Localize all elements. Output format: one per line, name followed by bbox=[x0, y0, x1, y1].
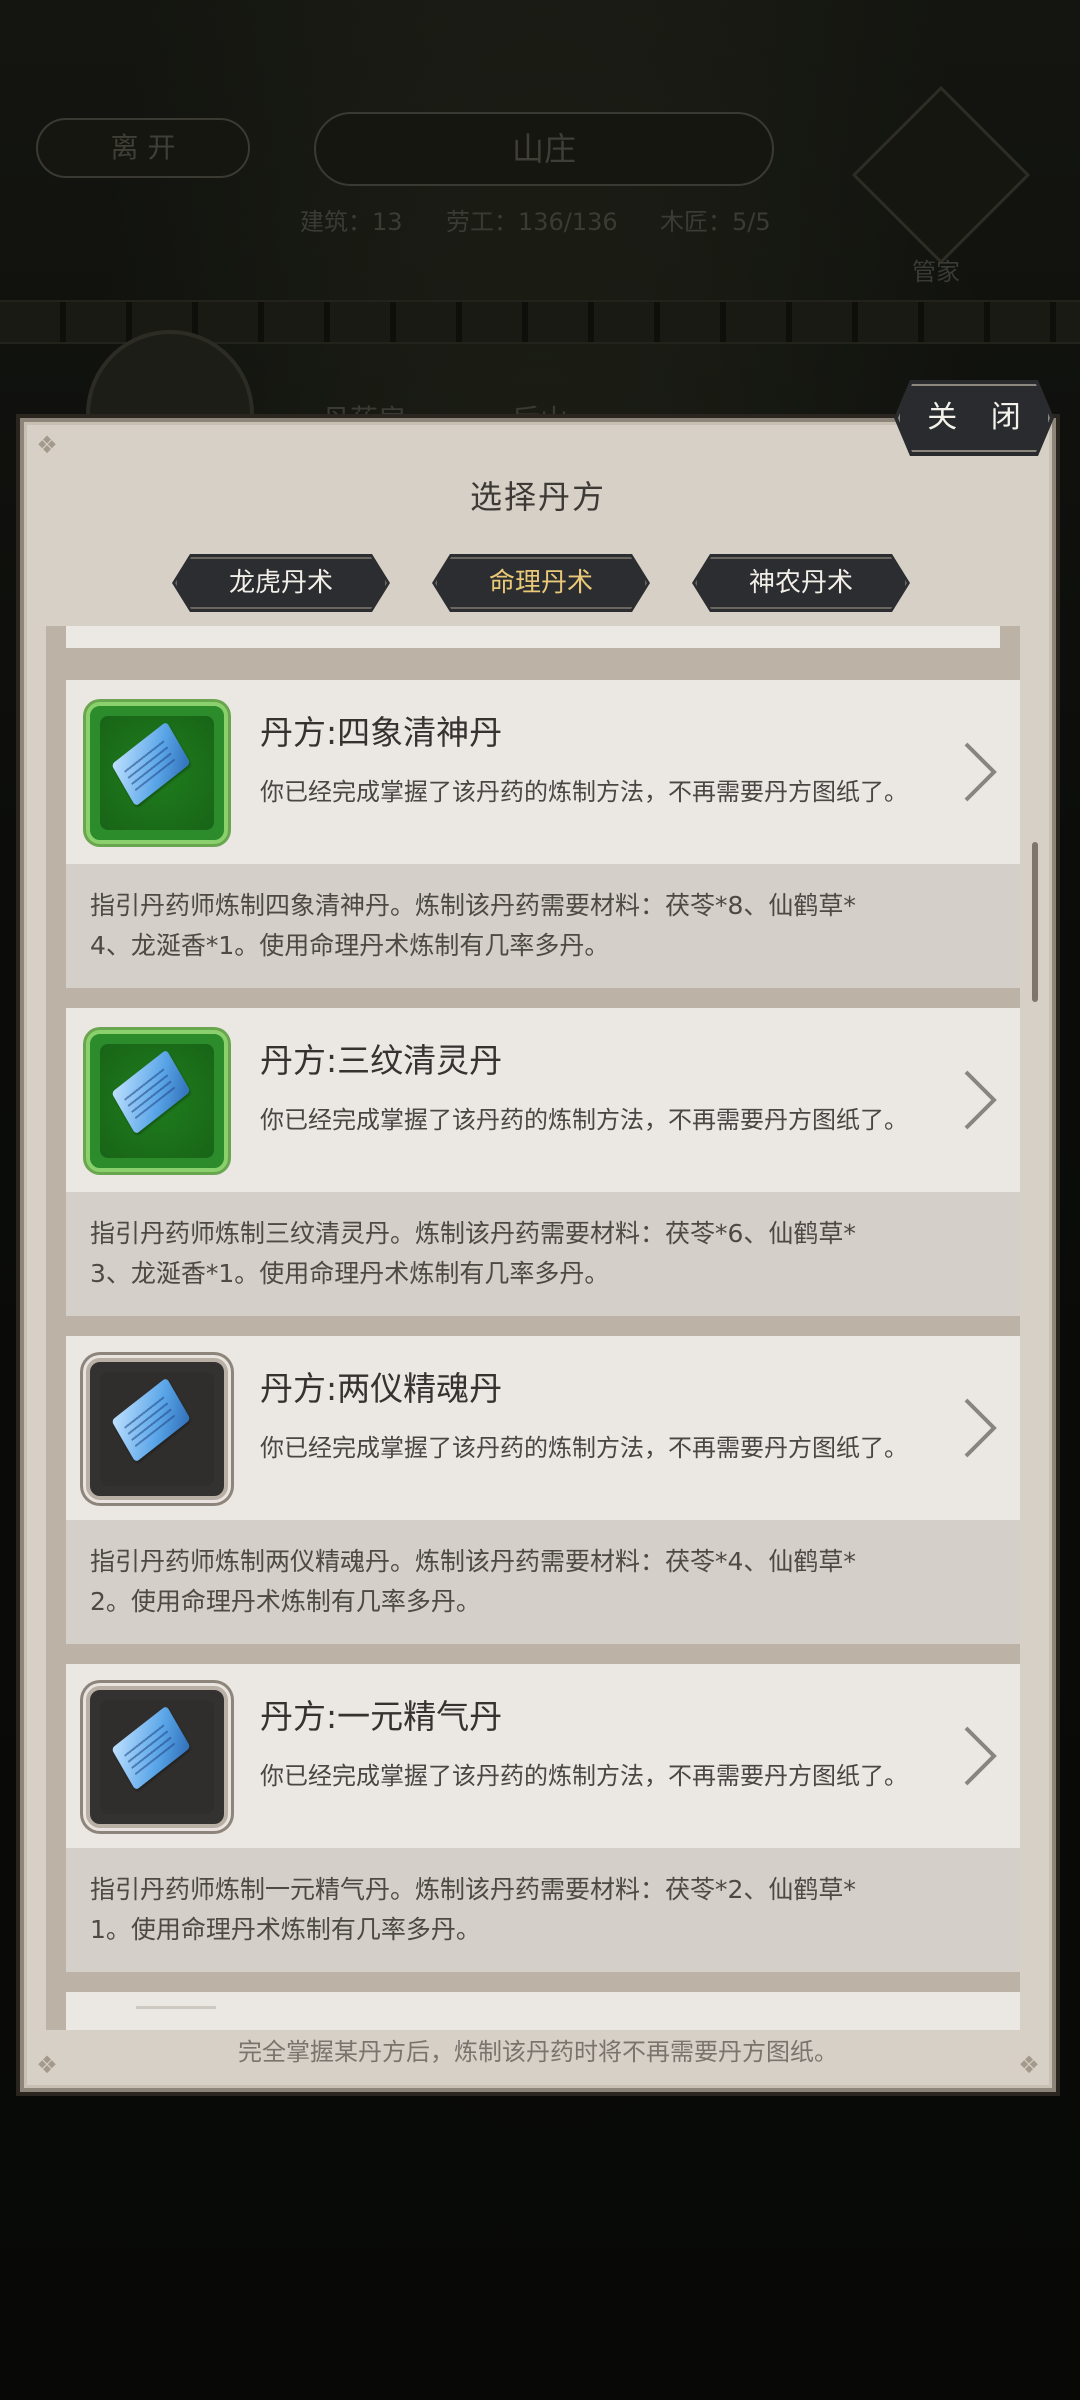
chevron-right-icon[interactable] bbox=[960, 740, 1000, 804]
recipe-name: 丹方:三纹清灵丹 bbox=[260, 1041, 503, 1080]
recipe-card-header[interactable]: 丹方:三纹清灵丹 你已经完成掌握了该丹药的炼制方法，不再需要丹方图纸了。 bbox=[66, 1008, 1020, 1192]
recipe-icon-frame bbox=[86, 1030, 228, 1172]
chevron-right-icon[interactable] bbox=[960, 1396, 1000, 1460]
stat-labor: 劳工：136/136 bbox=[446, 208, 618, 236]
recipe-description: 指引丹药师炼制三纹清灵丹。炼制该丹药需要材料：茯苓*6、仙鹤草* 3、龙涎香*1… bbox=[90, 1214, 990, 1294]
desc-line: 指引丹药师炼制三纹清灵丹。炼制该丹药需要材料：茯苓*6、仙鹤草* bbox=[90, 1219, 856, 1248]
recipe-note: 你已经完成掌握了该丹药的炼制方法，不再需要丹方图纸了。 bbox=[260, 778, 908, 806]
close-button[interactable]: 关 闭 bbox=[894, 380, 1054, 456]
recipe-note: 你已经完成掌握了该丹药的炼制方法，不再需要丹方图纸了。 bbox=[260, 1106, 908, 1134]
recipe-name: 丹方:一元精气丹 bbox=[260, 1697, 503, 1736]
recipe-description: 指引丹药师炼制一元精气丹。炼制该丹药需要材料：茯苓*2、仙鹤草* 1。使用命理丹… bbox=[90, 1870, 990, 1950]
recipe-description-box: 指引丹药师炼制两仪精魂丹。炼制该丹药需要材料：茯苓*4、仙鹤草* 2。使用命理丹… bbox=[66, 1520, 1020, 1644]
recipe-description: 指引丹药师炼制两仪精魂丹。炼制该丹药需要材料：茯苓*4、仙鹤草* 2。使用命理丹… bbox=[90, 1542, 990, 1622]
stat-carpenter: 木匠：5/5 bbox=[660, 208, 771, 236]
list-scrollbar[interactable] bbox=[1032, 842, 1038, 1002]
recipe-icon-frame bbox=[86, 1686, 228, 1828]
stat-building: 建筑：13 bbox=[300, 208, 403, 236]
recipe-description: 指引丹药师炼制四象清神丹。炼制该丹药需要材料：茯苓*8、仙鹤草* 4、龙涎香*1… bbox=[90, 886, 990, 966]
desc-line: 2。使用命理丹术炼制有几率多丹。 bbox=[90, 1587, 481, 1616]
desc-line: 4、龙涎香*1。使用命理丹术炼制有几率多丹。 bbox=[90, 931, 610, 960]
recipe-list[interactable]: 丹方:四象清神丹 你已经完成掌握了该丹药的炼制方法，不再需要丹方图纸了。 指引丹… bbox=[46, 626, 1020, 2030]
recipe-icon-frame bbox=[86, 1358, 228, 1500]
leave-label: 离 开 bbox=[110, 131, 176, 164]
recipe-note: 你已经完成掌握了该丹药的炼制方法，不再需要丹方图纸了。 bbox=[260, 1434, 908, 1462]
list-item-partial bbox=[66, 626, 1000, 648]
footer-hint: 完全掌握某丹方后，炼制该丹药时将不再需要丹方图纸。 bbox=[238, 2038, 838, 2066]
recipe-description-box: 指引丹药师炼制四象清神丹。炼制该丹药需要材料：茯苓*8、仙鹤草* 4、龙涎香*1… bbox=[66, 864, 1020, 988]
tab-label: 命理丹术 bbox=[488, 568, 593, 598]
desc-line: 指引丹药师炼制两仪精魂丹。炼制该丹药需要材料：茯苓*4、仙鹤草* bbox=[90, 1547, 856, 1576]
dialog-title: 选择丹方 bbox=[469, 478, 606, 516]
village-title: 山庄 bbox=[511, 130, 576, 168]
recipe-description-box: 指引丹药师炼制三纹清灵丹。炼制该丹药需要材料：茯苓*6、仙鹤草* 3、龙涎香*1… bbox=[66, 1192, 1020, 1316]
tab-shennong[interactable]: 神农丹术 bbox=[692, 554, 910, 612]
desc-line: 3、龙涎香*1。使用命理丹术炼制有几率多丹。 bbox=[90, 1259, 610, 1288]
leave-button[interactable]: 离 开 bbox=[36, 118, 250, 178]
recipe-card-header[interactable]: 丹方:一元精气丹 你已经完成掌握了该丹药的炼制方法，不再需要丹方图纸了。 bbox=[66, 1664, 1020, 1848]
steward-icon[interactable] bbox=[851, 85, 1031, 265]
recipe-card[interactable]: 丹方:三纹清灵丹 你已经完成掌握了该丹药的炼制方法，不再需要丹方图纸了。 指引丹… bbox=[66, 1008, 1020, 1316]
recipe-card[interactable]: 丹方:四象清神丹 你已经完成掌握了该丹药的炼制方法，不再需要丹方图纸了。 指引丹… bbox=[66, 680, 1020, 988]
recipe-description-box: 指引丹药师炼制一元精气丹。炼制该丹药需要材料：茯苓*2、仙鹤草* 1。使用命理丹… bbox=[66, 1848, 1020, 1972]
recipe-name: 丹方:两仪精魂丹 bbox=[260, 1369, 503, 1408]
recipe-name: 丹方:四象清神丹 bbox=[260, 713, 503, 752]
corner-ornament: ❖ bbox=[36, 431, 58, 459]
recipe-dialog: ❖ ❖ ❖ ❖ 选择丹方 龙虎丹术 命理丹术 神农丹术 丹方:四象清神丹 你已经… bbox=[20, 418, 1056, 2092]
recipe-card[interactable]: 丹方:一元精气丹 你已经完成掌握了该丹药的炼制方法，不再需要丹方图纸了。 指引丹… bbox=[66, 1664, 1020, 1972]
village-title-bar: 山庄 bbox=[314, 112, 774, 186]
tab-label: 神农丹术 bbox=[748, 568, 853, 598]
desc-line: 指引丹药师炼制四象清神丹。炼制该丹药需要材料：茯苓*8、仙鹤草* bbox=[90, 891, 856, 920]
chevron-right-icon[interactable] bbox=[960, 1068, 1000, 1132]
recipe-icon-frame bbox=[86, 702, 228, 844]
desc-line: 1。使用命理丹术炼制有几率多丹。 bbox=[90, 1915, 481, 1944]
recipe-card-header[interactable]: 丹方:四象清神丹 你已经完成掌握了该丹药的炼制方法，不再需要丹方图纸了。 bbox=[66, 680, 1020, 864]
recipe-card-header[interactable]: 丹方:两仪精魂丹 你已经完成掌握了该丹药的炼制方法，不再需要丹方图纸了。 bbox=[66, 1336, 1020, 1520]
tab-label: 龙虎丹术 bbox=[228, 568, 333, 598]
list-item-partial bbox=[66, 1992, 1020, 2030]
recipe-note: 你已经完成掌握了该丹药的炼制方法，不再需要丹方图纸了。 bbox=[260, 1762, 908, 1790]
chevron-right-icon[interactable] bbox=[960, 1724, 1000, 1788]
recipe-card[interactable]: 丹方:两仪精魂丹 你已经完成掌握了该丹药的炼制方法，不再需要丹方图纸了。 指引丹… bbox=[66, 1336, 1020, 1644]
steward-label: 管家 bbox=[912, 258, 960, 286]
close-label: 关 闭 bbox=[927, 400, 1033, 435]
tab-longhu[interactable]: 龙虎丹术 bbox=[172, 554, 390, 612]
tab-mingli[interactable]: 命理丹术 bbox=[432, 554, 650, 612]
desc-line: 指引丹药师炼制一元精气丹。炼制该丹药需要材料：茯苓*2、仙鹤草* bbox=[90, 1875, 856, 1904]
